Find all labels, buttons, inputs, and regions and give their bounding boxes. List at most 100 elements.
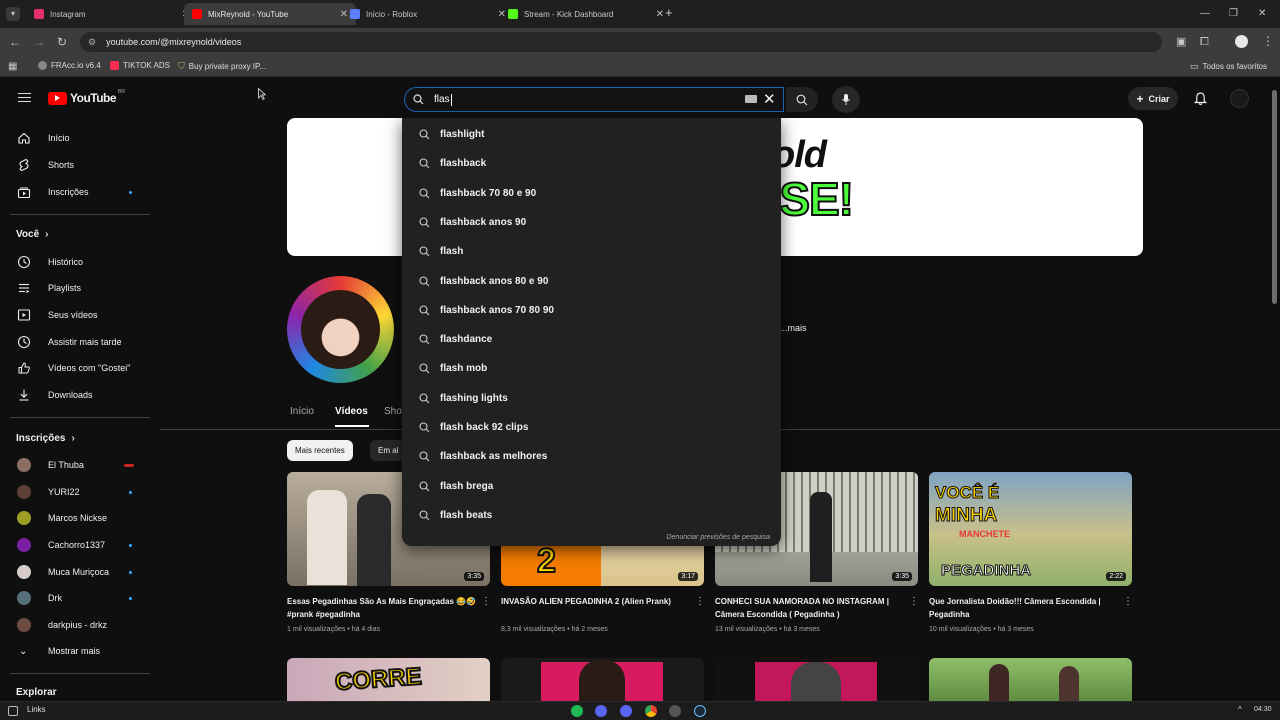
discord-icon[interactable] bbox=[595, 705, 607, 717]
links-toolbar[interactable]: Links bbox=[27, 705, 46, 714]
channel-tab-shorts[interactable]: Sho bbox=[384, 406, 402, 417]
voice-search-button[interactable] bbox=[832, 86, 860, 113]
channel-tab-videos[interactable]: Vídeos bbox=[335, 406, 368, 417]
reload-icon[interactable]: ↻ bbox=[57, 36, 67, 48]
tab-kick[interactable]: Stream - Kick Dashboard ✕ bbox=[500, 3, 672, 25]
video-thumbnail[interactable]: CORRE bbox=[287, 658, 490, 704]
site-info-icon[interactable]: ⚙ bbox=[88, 37, 96, 48]
sidebar-subscription-item[interactable]: Drk bbox=[0, 585, 150, 611]
sidebar-item-watch-later[interactable]: Assistir mais tarde bbox=[0, 329, 150, 355]
chip-trending[interactable]: Em al bbox=[370, 440, 407, 461]
video-title[interactable]: Essas Pegadinhas São As Mais Engraçadas … bbox=[287, 595, 477, 621]
show-more-button[interactable]: ⌄ Mostrar mais bbox=[0, 638, 150, 664]
sidebar-item-history[interactable]: Histórico bbox=[0, 249, 150, 275]
apps-grid-icon[interactable]: ▦ bbox=[8, 61, 17, 73]
video-title[interactable]: INVASÃO ALIEN PEGADINHA 2 (Alien Prank) bbox=[501, 595, 691, 608]
chrome-icon[interactable] bbox=[645, 705, 657, 717]
page-scrollbar[interactable] bbox=[1272, 90, 1277, 304]
sidebar-item-liked-videos[interactable]: Vídeos com "Gostei" bbox=[0, 355, 150, 381]
chip-most-recent[interactable]: Mais recentes bbox=[287, 440, 353, 461]
you-section-heading[interactable]: Você › bbox=[16, 229, 49, 240]
tray-chevron-up-icon[interactable]: ^ bbox=[1238, 705, 1242, 714]
bookmark-proxy[interactable]: ⛉ Buy private proxy IP... bbox=[178, 61, 266, 72]
new-tab-button[interactable]: + bbox=[665, 6, 673, 19]
search-suggestion-item[interactable]: flashback anos 70 80 90 bbox=[402, 296, 781, 325]
sidebar-item-subscriptions[interactable]: Inscrições bbox=[0, 179, 150, 205]
search-suggestion-item[interactable]: flashback anos 90 bbox=[402, 208, 781, 237]
search-suggestion-item[interactable]: flashback 70 80 e 90 bbox=[402, 179, 781, 208]
sidebar-item-downloads[interactable]: Downloads bbox=[0, 382, 150, 408]
discord-icon[interactable] bbox=[620, 705, 632, 717]
forward-arrow-icon[interactable]: → bbox=[33, 36, 45, 48]
video-menu-icon[interactable]: ⋮ bbox=[909, 596, 919, 607]
sidebar-subscription-item[interactable]: YURI22 bbox=[0, 479, 150, 505]
hamburger-menu-icon[interactable] bbox=[18, 93, 31, 102]
search-suggestion-item[interactable]: flashback as melhores bbox=[402, 442, 781, 471]
video-title[interactable]: Que Jornalista Doidão!!! Câmera Escondid… bbox=[929, 595, 1119, 621]
search-input[interactable]: flas ✕ bbox=[404, 87, 784, 112]
video-thumbnail[interactable]: VOCÊ É MINHA MANCHETE PEGADINHA 2:22 bbox=[929, 472, 1132, 586]
search-suggestion-item[interactable]: flash brega bbox=[402, 472, 781, 501]
video-thumbnail[interactable] bbox=[715, 658, 918, 704]
spotify-icon[interactable] bbox=[571, 705, 583, 717]
sidebar-item-shorts[interactable]: Shorts bbox=[0, 152, 150, 178]
youtube-logo[interactable]: YouTube BR bbox=[48, 89, 125, 105]
steam-icon[interactable] bbox=[694, 705, 706, 717]
search-suggestion-item[interactable]: flash back 92 clips bbox=[402, 413, 781, 442]
search-suggestion-item[interactable]: flash beats bbox=[402, 501, 781, 530]
video-menu-icon[interactable]: ⋮ bbox=[481, 596, 491, 607]
description-more-link[interactable]: ...mais bbox=[780, 323, 807, 333]
search-suggestion-item[interactable]: flash bbox=[402, 237, 781, 266]
video-title[interactable]: CONHECI SUA NAMORADA NO INSTAGRAM | Câme… bbox=[715, 595, 905, 621]
minimize-button[interactable]: — bbox=[1200, 8, 1210, 20]
close-icon[interactable]: ✕ bbox=[656, 9, 664, 20]
roblox-icon bbox=[350, 9, 360, 19]
search-suggestion-item[interactable]: flashdance bbox=[402, 325, 781, 354]
tab-instagram[interactable]: Instagram ✕ bbox=[26, 3, 198, 25]
close-window-button[interactable]: ✕ bbox=[1258, 8, 1266, 20]
tab-search-button[interactable]: ▾ bbox=[6, 7, 20, 21]
sidebar-subscription-item[interactable]: darkpius - drkz bbox=[0, 612, 150, 638]
search-suggestion-item[interactable]: flashlight bbox=[402, 120, 781, 149]
back-arrow-icon[interactable]: ← bbox=[9, 36, 21, 48]
settings-gear-icon[interactable] bbox=[669, 705, 681, 717]
bookmark-fracc[interactable]: FRAcc.io v6.4 bbox=[38, 61, 101, 70]
address-bar[interactable]: ⚙ youtube.com/@mixreynold/videos bbox=[80, 32, 1162, 52]
puzzle-icon[interactable]: ⧠ bbox=[1200, 36, 1209, 48]
restore-button[interactable]: ❐ bbox=[1229, 8, 1238, 20]
tab-youtube[interactable]: MixReynold - YouTube ✕ bbox=[184, 3, 356, 25]
divider bbox=[10, 214, 150, 215]
search-button[interactable] bbox=[786, 87, 818, 112]
all-favorites[interactable]: ▭ Todos os favoritos bbox=[1190, 61, 1267, 72]
create-button[interactable]: + Criar bbox=[1128, 87, 1178, 110]
extension-icon[interactable]: ▣ bbox=[1176, 36, 1186, 48]
keyboard-icon[interactable] bbox=[745, 95, 757, 103]
search-suggestion-item[interactable]: flashback bbox=[402, 149, 781, 178]
sidebar-subscription-item[interactable]: Cachorro1337 bbox=[0, 532, 150, 558]
menu-dots-icon[interactable]: ⋮ bbox=[1262, 35, 1274, 47]
channel-tab-home[interactable]: Início bbox=[290, 406, 314, 417]
search-suggestion-item[interactable]: flashing lights bbox=[402, 384, 781, 413]
sidebar-item-home[interactable]: Início bbox=[0, 125, 150, 151]
search-suggestion-item[interactable]: flash mob bbox=[402, 354, 781, 383]
sidebar-item-your-videos[interactable]: Seus vídeos bbox=[0, 302, 150, 328]
clear-search-icon[interactable]: ✕ bbox=[763, 90, 776, 108]
sidebar-subscription-item[interactable]: El Thuba bbox=[0, 452, 150, 478]
report-predictions-link[interactable]: Denunciar previsões de pesquisa bbox=[666, 534, 770, 541]
subscriptions-section-heading[interactable]: Inscrições › bbox=[16, 433, 75, 444]
video-menu-icon[interactable]: ⋮ bbox=[1123, 596, 1133, 607]
tab-roblox[interactable]: Início - Roblox ✕ bbox=[342, 3, 514, 25]
notifications-bell-icon[interactable] bbox=[1194, 92, 1207, 106]
search-suggestion-item[interactable]: flashback anos 80 e 90 bbox=[402, 267, 781, 296]
profile-avatar[interactable] bbox=[1235, 35, 1248, 48]
sidebar-item-playlists[interactable]: Playlists bbox=[0, 275, 150, 301]
sidebar-subscription-item[interactable]: Muca Muriçoca bbox=[0, 559, 150, 585]
video-thumbnail[interactable] bbox=[501, 658, 704, 704]
video-thumbnail[interactable] bbox=[929, 658, 1132, 704]
sidebar-subscription-item[interactable]: Marcos Nickse bbox=[0, 505, 150, 531]
video-menu-icon[interactable]: ⋮ bbox=[695, 596, 705, 607]
account-avatar[interactable] bbox=[1230, 89, 1249, 108]
channel-avatar-large[interactable] bbox=[287, 276, 394, 383]
bookmark-tiktok-ads[interactable]: TIKTOK ADS bbox=[110, 61, 170, 70]
upload-age: há 3 meses bbox=[783, 626, 820, 633]
